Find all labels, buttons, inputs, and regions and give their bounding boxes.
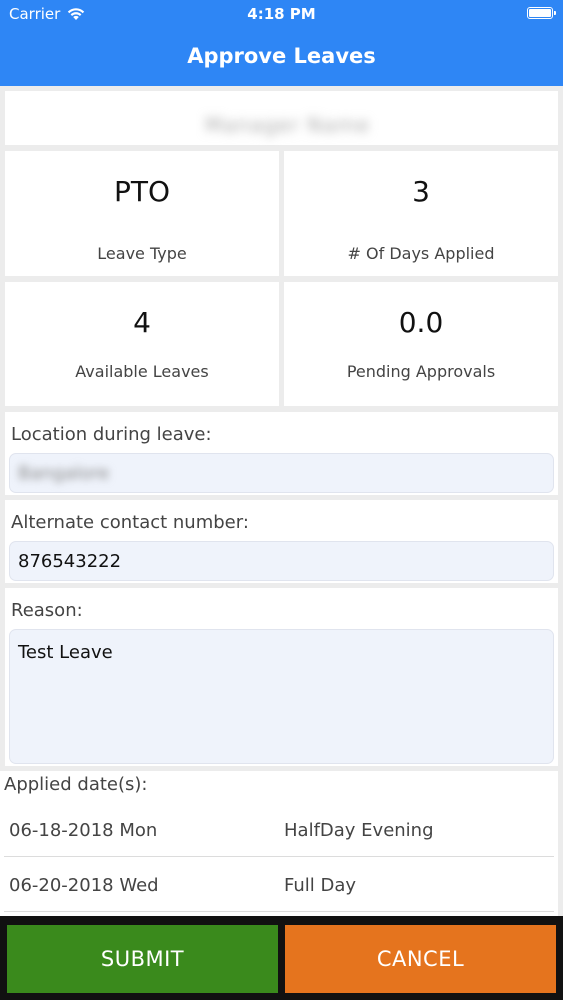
reason-field[interactable]: Test Leave — [9, 629, 554, 764]
header: Carrier 4:18 PM Approve Leaves — [0, 0, 563, 86]
location-label: Location during leave: — [11, 424, 212, 445]
location-section: Location during leave: Bangalore — [5, 412, 558, 495]
pending-approvals-value: 0.0 — [398, 306, 444, 339]
date-row-type: Full Day — [284, 875, 357, 896]
employee-name: Manager Name — [205, 113, 371, 137]
days-applied-label: # Of Days Applied — [347, 244, 495, 263]
pending-approvals-tile: 0.0 Pending Approvals — [284, 282, 558, 406]
location-field[interactable]: Bangalore — [9, 453, 554, 493]
date-row-type: HalfDay Evening — [284, 820, 434, 841]
leave-type-value: PTO — [113, 175, 171, 208]
contact-number-field[interactable]: 876543222 — [9, 541, 554, 581]
date-row-date: 06-18-2018 Mon — [9, 820, 158, 841]
available-leaves-value: 4 — [133, 306, 151, 339]
action-bar: SUBMIT CANCEL — [0, 916, 563, 1000]
contact-number-value: 876543222 — [18, 550, 122, 572]
applied-dates-label: Applied date(s): — [4, 774, 148, 795]
contact-section: Alternate contact number: 876543222 — [5, 500, 558, 583]
submit-button[interactable]: SUBMIT — [7, 925, 278, 993]
contact-label: Alternate contact number: — [11, 512, 249, 533]
reason-label: Reason: — [11, 600, 83, 621]
available-leaves-label: Available Leaves — [75, 362, 209, 381]
days-applied-value: 3 — [412, 175, 430, 208]
page-title: Approve Leaves — [187, 44, 376, 68]
days-applied-tile: 3 # Of Days Applied — [284, 151, 558, 276]
employee-card: Manager Name — [5, 91, 558, 145]
location-value: Bangalore — [18, 462, 110, 484]
available-leaves-tile: 4 Available Leaves — [5, 282, 279, 406]
battery-icon — [527, 7, 556, 19]
cancel-button[interactable]: CANCEL — [285, 925, 556, 993]
pending-approvals-label: Pending Approvals — [346, 362, 496, 381]
reason-value: Test Leave — [18, 642, 113, 663]
applied-dates-section: Applied date(s): 06-18-2018 Mon HalfDay … — [0, 771, 558, 916]
date-row-date: 06-20-2018 Wed — [9, 875, 159, 896]
status-time: 4:18 PM — [247, 5, 316, 23]
date-row: 06-18-2018 Mon HalfDay Evening — [4, 802, 554, 857]
leave-type-label: Leave Type — [97, 244, 187, 263]
status-bar: Carrier 4:18 PM — [0, 0, 563, 30]
leave-type-tile: PTO Leave Type — [5, 151, 279, 276]
reason-section: Reason: Test Leave — [5, 588, 558, 766]
date-row: 06-20-2018 Wed Full Day — [4, 857, 554, 912]
